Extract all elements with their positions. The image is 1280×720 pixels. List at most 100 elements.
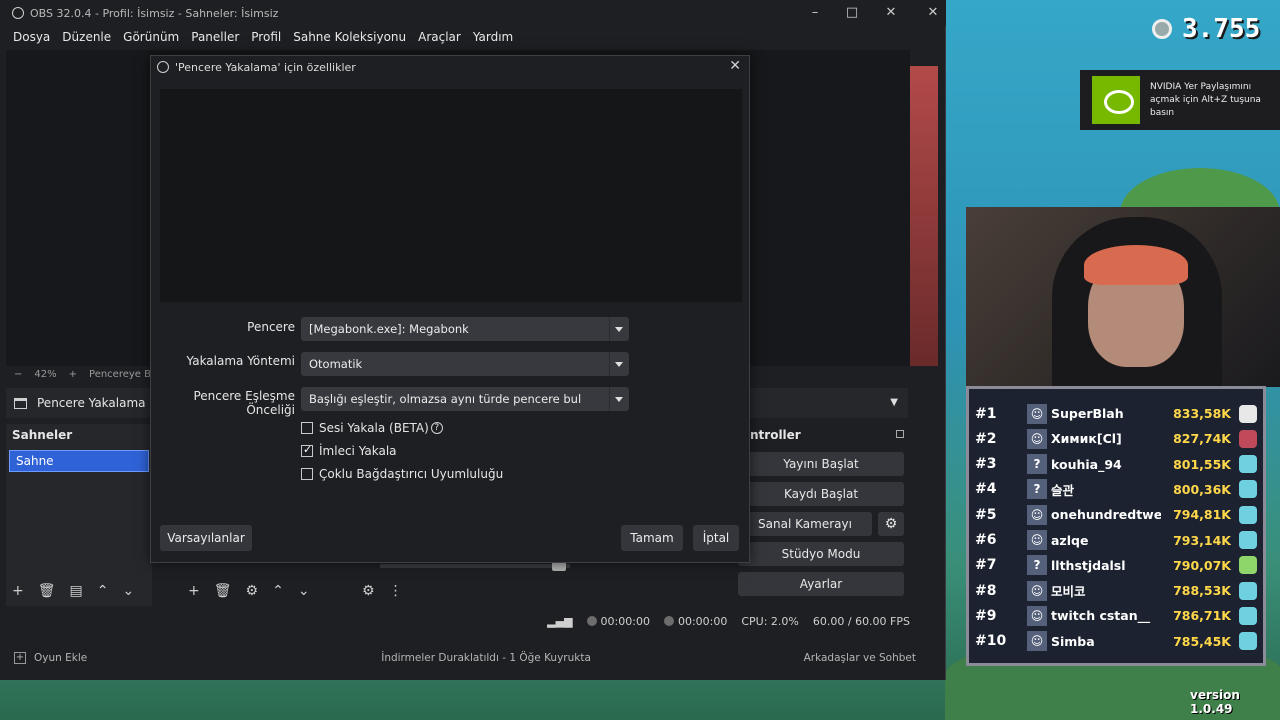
player-score: 794,81K [1173,507,1231,523]
coin-counter: 3.755 [1152,14,1260,44]
close-icon[interactable]: ✕ [882,4,900,22]
window-priority-value: Başlığı eşleştir, olmazsa aynı türde pen… [309,392,582,406]
avatar: ☺ [1027,631,1047,652]
leaderboard-rank: #9 [975,607,997,624]
controls-title-text: ntroller [750,428,801,442]
leaderboard-rank: #10 [975,633,1007,650]
player-score: 833,58K [1173,406,1231,421]
window-label: Pencere [247,320,295,334]
help-icon[interactable]: ? [430,422,443,434]
menu-help[interactable]: Yardım [473,30,513,44]
trash-icon[interactable]: 🗑 [38,583,56,599]
dock-icon[interactable] [896,430,904,438]
arrow-up-icon[interactable]: ⌃ [97,583,109,599]
capture-audio-label: Sesi Yakala (BETA) [319,421,429,435]
menu-scene-collection[interactable]: Sahne Koleksiyonu [293,30,406,44]
leaderboard-row: #7? llthstjdalsl 790,07K [975,553,1257,578]
leaderboard: #1 ☺ SuperBlah 833,58K #2 ☺ Химик[Cl] 827,74K #3… [966,386,1266,666]
ok-button[interactable]: Tamam [621,525,683,551]
leaderboard-row: #9 ☺ twitch cstan__ 786,71K [975,603,1257,628]
maximize-icon[interactable]: □ [843,4,861,22]
gear-icon[interactable]: ⚙ [878,512,904,536]
capture-cursor-checkbox[interactable] [301,443,313,457]
more-icon[interactable]: ⋮ [389,583,403,599]
minimize-icon[interactable]: – [806,4,824,22]
menu-profile[interactable]: Profil [251,30,281,44]
zoom-out-button[interactable]: − [14,369,22,380]
close-icon[interactable]: ✕ [729,58,741,74]
multi-adapter-option[interactable]: Çoklu Bağdaştırıcı Uyumluluğu [301,465,503,483]
chevron-down-icon [609,317,629,341]
downloads-status[interactable]: İndirmeler Duraklatıldı - 1 Öğe Kuyrukta [381,652,591,664]
start-streaming-button[interactable]: Yayını Başlat [738,452,904,476]
menu-docks[interactable]: Paneller [191,30,239,44]
player-name: llthstjdalsl [1051,557,1126,573]
start-recording-button[interactable]: Kaydı Başlat [738,482,904,506]
cancel-button[interactable]: İptal [693,525,739,551]
leaderboard-row: #8 ☺ 모비코 788,53K [975,578,1257,603]
stream-time-text: 00:00:00 [600,614,650,628]
dialog-preview [160,89,742,302]
player-score: 790,07K [1173,557,1231,573]
source-label: Pencere Yakalama [37,396,146,410]
capture-method-select[interactable]: Otomatik [301,352,629,376]
leaderboard-rank: #5 [975,506,997,523]
avatar: ☺ [1027,530,1047,550]
add-icon[interactable]: + [12,583,24,599]
player-score: 800,36K [1173,481,1231,497]
leaderboard-row: #1 ☺ SuperBlah 833,58K [975,401,1257,426]
scenes-title: Sahneler [12,428,73,442]
chevron-down-icon: ▼ [890,397,898,408]
window-priority-label: Pencere Eşleşme Önceliği [193,389,295,417]
add-icon[interactable]: + [188,583,200,599]
leaderboard-row: #6 ☺ azlqe 793,14K [975,528,1257,553]
settings-button[interactable]: Ayarlar [738,572,904,596]
character-badge-icon [1239,480,1257,499]
capture-method-label: Yakalama Yöntemi [186,354,295,368]
friends-chat-link[interactable]: Arkadaşlar ve Sohbet [804,652,916,664]
character-badge-icon [1239,606,1257,625]
player-name: azlqe [1051,532,1089,548]
record-time-text: 00:00:00 [677,614,728,628]
transition-dropdown[interactable]: ▼ [748,388,908,418]
zoom-in-button[interactable]: + [69,369,77,380]
leaderboard-rank: #2 [975,430,997,447]
menu-view[interactable]: Görünüm [123,30,179,44]
defaults-button[interactable]: Varsayılanlar [160,525,252,551]
scene-item[interactable]: Sahne [9,450,149,472]
window-priority-select[interactable]: Başlığı eşleştir, olmazsa aynı türde pen… [301,387,629,411]
multi-adapter-checkbox[interactable] [301,468,313,480]
filter-icon[interactable]: ▤ [70,583,83,599]
close-icon[interactable]: ✕ [924,4,942,22]
player-score: 786,71K [1173,608,1231,624]
studio-mode-button[interactable]: Stüdyo Modu [738,542,904,566]
player-name: Simba [1051,633,1095,649]
start-virtual-camera-button[interactable]: Sanal Kamerayı Başlat [738,512,872,555]
add-game-link[interactable]: Oyun Ekle [34,652,87,664]
menu-tools[interactable]: Araçlar [418,30,461,44]
menu-edit[interactable]: Düzenle [62,30,111,44]
controls-title: ntroller [748,426,908,446]
settings-icon[interactable]: ⚙ [362,583,375,599]
character-badge-icon [1239,632,1257,651]
character-badge-icon [1239,556,1257,575]
capture-cursor-option[interactable]: İmleci Yakala [301,442,397,460]
player-score: 788,53K [1173,583,1231,599]
nvidia-logo-icon [1092,76,1140,124]
volume-slider[interactable] [380,561,570,571]
menu-file[interactable]: Dosya [13,30,50,44]
player-score: 801,55K [1173,456,1231,472]
arrow-up-icon[interactable]: ⌃ [272,583,284,599]
obs-titlebar: OBS 32.0.4 - Profil: İsimsiz - Sahneler:… [0,0,946,26]
gear-icon[interactable]: ⚙ [246,583,259,599]
window-select[interactable]: [Megabonk.exe]: Megabonk [301,317,629,341]
nvidia-notification[interactable]: NVIDIA Yer Paylaşımını açmak için Alt+Z … [1080,70,1280,130]
capture-audio-option[interactable]: Sesi Yakala (BETA) ? [301,419,443,437]
dialog-title: 'Pencere Yakalama' için özellikler [175,60,356,74]
source-selector[interactable]: Pencere Yakalama [6,388,156,418]
arrow-down-icon[interactable]: ⌄ [122,583,134,599]
window-select-value: [Megabonk.exe]: Megabonk [309,322,469,336]
trash-icon[interactable]: 🗑 [214,583,232,599]
capture-audio-checkbox[interactable] [301,422,313,434]
arrow-down-icon[interactable]: ⌄ [298,583,310,599]
